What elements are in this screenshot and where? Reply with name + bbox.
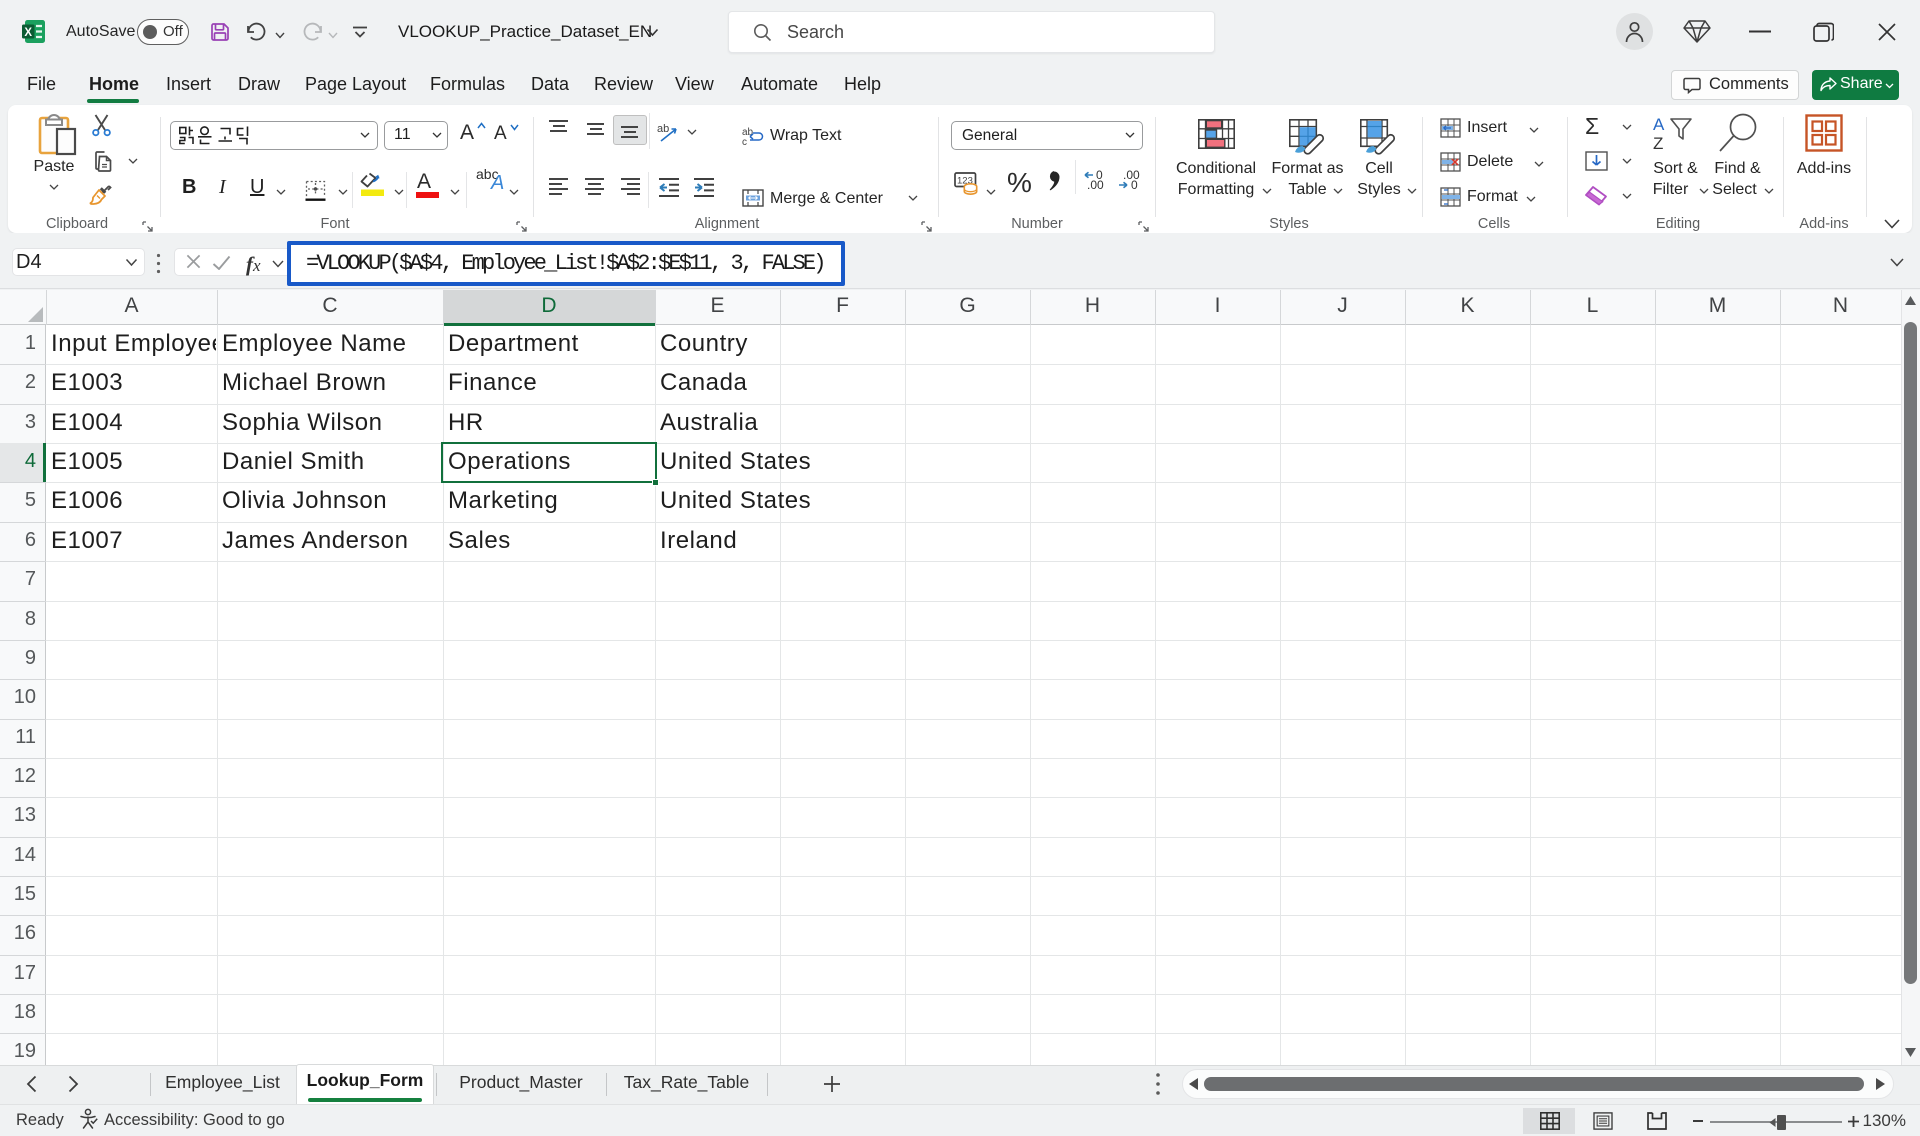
svg-text:A: A <box>1653 115 1665 134</box>
svg-text:0: 0 <box>1131 178 1138 190</box>
svg-text:Z: Z <box>1653 134 1663 153</box>
svg-text:.00: .00 <box>1087 178 1104 190</box>
svg-text:c: c <box>742 137 747 146</box>
svg-text:ab: ab <box>657 123 669 135</box>
svg-text:X: X <box>24 27 32 39</box>
